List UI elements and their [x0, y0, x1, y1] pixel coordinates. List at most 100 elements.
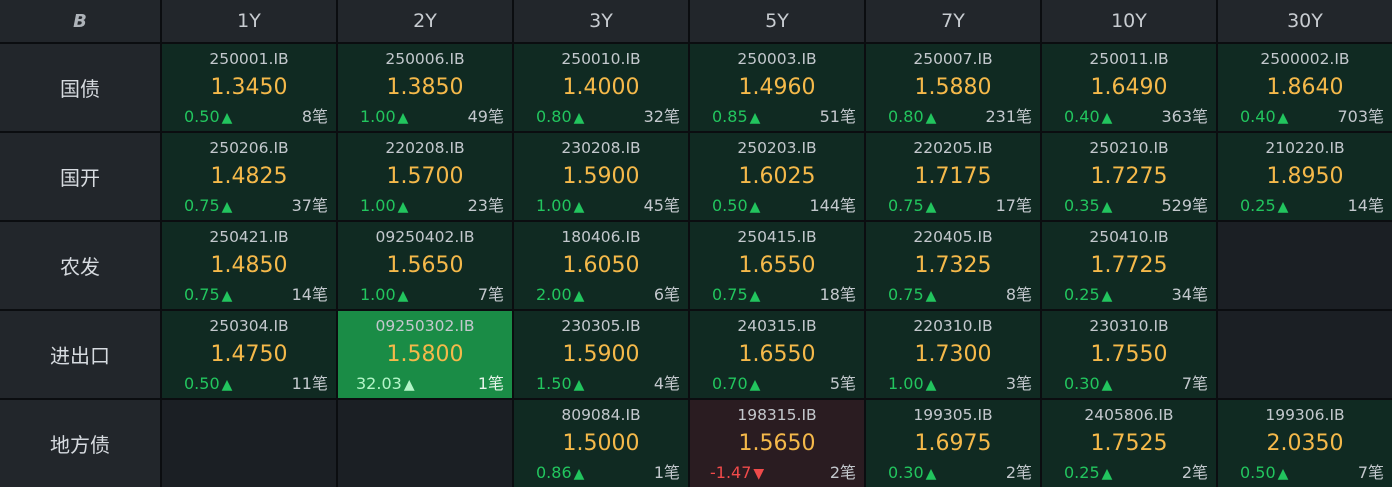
yield-change: 0.30 ▲	[1050, 374, 1112, 395]
bond-quote-cell[interactable]: 230310.IB 1.7550 0.30 ▲ 7笔	[1042, 311, 1216, 398]
row-header[interactable]: 地方债	[0, 400, 160, 487]
change-value: 32.03	[356, 374, 402, 393]
change-value: 0.75	[184, 285, 220, 304]
trade-count: 2笔	[829, 463, 856, 482]
trade-count: 18笔	[819, 285, 856, 304]
quote-footer: 0.40 ▲ 363笔	[1050, 107, 1208, 128]
bond-quote-cell[interactable]: 09250302.IB 1.5800 32.03 ▲ 1笔	[338, 311, 512, 398]
trade-count: 6笔	[653, 285, 680, 304]
bond-quote-cell[interactable]: 230305.IB 1.5900 1.50 ▲ 4笔	[514, 311, 688, 398]
bond-code: 250304.IB	[209, 317, 289, 335]
triangle-up-icon: ▲	[221, 110, 233, 126]
bond-quote-cell[interactable]: 250421.IB 1.4850 0.75 ▲ 14笔	[162, 222, 336, 309]
row-header[interactable]: 国债	[0, 44, 160, 131]
row-header[interactable]: 进出口	[0, 311, 160, 398]
bond-quote-cell[interactable]: 250415.IB 1.6550 0.75 ▲ 18笔	[690, 222, 864, 309]
bond-quote-cell[interactable]: 250210.IB 1.7275 0.35 ▲ 529笔	[1042, 133, 1216, 220]
bond-yield: 1.7300	[914, 342, 992, 367]
bond-yield: 1.7525	[1090, 431, 1168, 456]
change-value: 0.30	[1064, 374, 1100, 393]
bond-quote-cell[interactable]: 250410.IB 1.7725 0.25 ▲ 34笔	[1042, 222, 1216, 309]
triangle-up-icon: ▲	[1277, 199, 1289, 215]
column-header-30y[interactable]: 30Y	[1218, 0, 1392, 42]
quote-footer: 0.25 ▲ 34笔	[1050, 285, 1208, 306]
triangle-up-icon: ▲	[573, 199, 585, 215]
bond-code: 250007.IB	[913, 50, 993, 68]
bond-code: 220405.IB	[913, 228, 993, 246]
bond-quote-cell[interactable]: 250206.IB 1.4825 0.75 ▲ 37笔	[162, 133, 336, 220]
row-header[interactable]: 农发	[0, 222, 160, 309]
bond-quote-cell[interactable]: 240315.IB 1.6550 0.70 ▲ 5笔	[690, 311, 864, 398]
bond-quote-cell[interactable]: 2405806.IB 1.7525 0.25 ▲ 2笔	[1042, 400, 1216, 487]
column-header-1y[interactable]: 1Y	[162, 0, 336, 42]
quote-footer: 1.00 ▲ 45笔	[522, 196, 680, 217]
bond-quote-cell[interactable]: 250007.IB 1.5880 0.80 ▲ 231笔	[866, 44, 1040, 131]
bond-quote-cell[interactable]: 210220.IB 1.8950 0.25 ▲ 14笔	[1218, 133, 1392, 220]
bond-quote-cell[interactable]: 198315.IB 1.5650 -1.47 ▼ 2笔	[690, 400, 864, 487]
yield-change: 0.25 ▲	[1050, 285, 1112, 306]
yield-change: 1.00 ▲	[522, 196, 584, 217]
bond-quote-cell[interactable]: 250011.IB 1.6490 0.40 ▲ 363笔	[1042, 44, 1216, 131]
triangle-up-icon: ▲	[925, 377, 937, 393]
triangle-up-icon: ▲	[1101, 199, 1113, 215]
column-header-2y[interactable]: 2Y	[338, 0, 512, 42]
bond-quote-cell[interactable]: 220208.IB 1.5700 1.00 ▲ 23笔	[338, 133, 512, 220]
trade-count: 7笔	[1181, 374, 1208, 393]
bond-quote-cell[interactable]: 180406.IB 1.6050 2.00 ▲ 6笔	[514, 222, 688, 309]
change-value: 0.75	[184, 196, 220, 215]
bond-quote-cell[interactable]: 250203.IB 1.6025 0.50 ▲ 144笔	[690, 133, 864, 220]
bond-yield: 1.3850	[386, 75, 464, 100]
triangle-up-icon: ▲	[925, 466, 937, 482]
bond-yield: 1.3450	[210, 75, 288, 100]
trade-count: 45笔	[643, 196, 680, 215]
column-header-5y[interactable]: 5Y	[690, 0, 864, 42]
column-header-10y[interactable]: 10Y	[1042, 0, 1216, 42]
trade-count: 8笔	[301, 107, 328, 126]
quote-footer: 1.00 ▲ 23笔	[346, 196, 504, 217]
column-header-3y[interactable]: 3Y	[514, 0, 688, 42]
quote-footer: 1.50 ▲ 4笔	[522, 374, 680, 395]
bond-quote-cell[interactable]: 09250402.IB 1.5650 1.00 ▲ 7笔	[338, 222, 512, 309]
trade-count: 529笔	[1161, 196, 1208, 215]
bond-quote-cell[interactable]: 250006.IB 1.3850 1.00 ▲ 49笔	[338, 44, 512, 131]
bond-quote-cell[interactable]: 199305.IB 1.6975 0.30 ▲ 2笔	[866, 400, 1040, 487]
yield-change: 0.25 ▲	[1226, 196, 1288, 217]
yield-change: 1.00 ▲	[346, 285, 408, 306]
quote-footer: 32.03 ▲ 1笔	[346, 374, 504, 395]
bond-quote-cell[interactable]: 250304.IB 1.4750 0.50 ▲ 11笔	[162, 311, 336, 398]
bond-code: 2500002.IB	[1260, 50, 1350, 68]
bond-quote-cell[interactable]: 250010.IB 1.4000 0.80 ▲ 32笔	[514, 44, 688, 131]
trade-count: 49笔	[467, 107, 504, 126]
column-header-7y[interactable]: 7Y	[866, 0, 1040, 42]
triangle-up-icon: ▲	[749, 288, 761, 304]
trade-count: 51笔	[819, 107, 856, 126]
bond-quote-cell[interactable]: 220405.IB 1.7325 0.75 ▲ 8笔	[866, 222, 1040, 309]
bond-yield: 1.7725	[1090, 253, 1168, 278]
triangle-up-icon: ▲	[573, 466, 585, 482]
yield-change: -1.47 ▼	[698, 463, 764, 484]
bond-yield: 1.6975	[914, 431, 992, 456]
bond-quote-cell[interactable]: 809084.IB 1.5000 0.86 ▲ 1笔	[514, 400, 688, 487]
bond-code: 250210.IB	[1089, 139, 1169, 157]
bond-quote-cell[interactable]: 230208.IB 1.5900 1.00 ▲ 45笔	[514, 133, 688, 220]
triangle-up-icon: ▲	[749, 199, 761, 215]
bond-code: 2405806.IB	[1084, 406, 1174, 424]
bond-quote-cell[interactable]: 199306.IB 2.0350 0.50 ▲ 7笔	[1218, 400, 1392, 487]
bond-quote-cell[interactable]: 250001.IB 1.3450 0.50 ▲ 8笔	[162, 44, 336, 131]
triangle-up-icon: ▲	[221, 199, 233, 215]
trade-count: 144笔	[809, 196, 856, 215]
row-header[interactable]: 国开	[0, 133, 160, 220]
bond-quote-cell[interactable]: 250003.IB 1.4960 0.85 ▲ 51笔	[690, 44, 864, 131]
bond-code: 250410.IB	[1089, 228, 1169, 246]
bond-quote-cell[interactable]: 220310.IB 1.7300 1.00 ▲ 3笔	[866, 311, 1040, 398]
triangle-up-icon: ▲	[749, 110, 761, 126]
triangle-up-icon: ▲	[573, 110, 585, 126]
bond-quote-cell[interactable]: 2500002.IB 1.8640 0.40 ▲ 703笔	[1218, 44, 1392, 131]
change-value: 0.25	[1064, 285, 1100, 304]
quote-footer: 1.00 ▲ 49笔	[346, 107, 504, 128]
bond-code: 250415.IB	[737, 228, 817, 246]
triangle-up-icon: ▲	[1277, 110, 1289, 126]
yield-change: 0.85 ▲	[698, 107, 760, 128]
bond-code: 230208.IB	[561, 139, 641, 157]
bond-quote-cell[interactable]: 220205.IB 1.7175 0.75 ▲ 17笔	[866, 133, 1040, 220]
